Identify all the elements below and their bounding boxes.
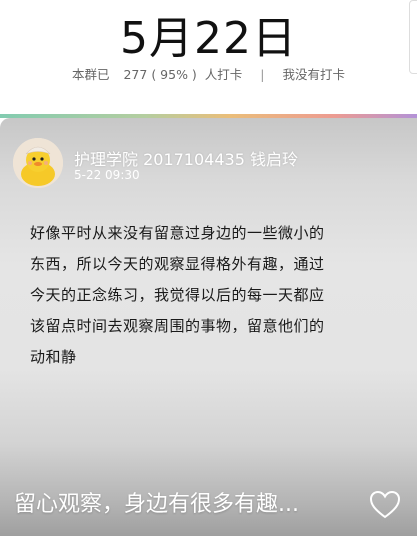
duck-avatar-icon bbox=[13, 138, 63, 188]
side-card-edge bbox=[409, 0, 417, 74]
checked-in-prefix: 本群已 bbox=[71, 67, 110, 82]
checkin-header: 5月22日 本群已 277 ( 95% ) 人打卡 | 我没有打卡 bbox=[0, 0, 417, 116]
post-time: 5-22 09:30 bbox=[74, 168, 140, 182]
my-checkin-status[interactable]: 我没有打卡 bbox=[283, 64, 346, 83]
checked-in-suffix: 人打卡 bbox=[204, 67, 243, 82]
post-body-line: 东西，所以今天的观察显得格外有趣，通过 bbox=[30, 255, 325, 273]
poster-name[interactable]: 护理学院 2017104435 钱启玲 bbox=[74, 146, 298, 170]
heart-outline-icon bbox=[369, 490, 401, 519]
like-button[interactable] bbox=[368, 488, 402, 522]
stats-separator: | bbox=[260, 67, 265, 82]
post-body-line: 该留点时间去观察周围的事物，留意他们的 bbox=[30, 317, 325, 335]
avatar[interactable] bbox=[13, 138, 63, 188]
post-body-line: 今天的正念练习，我觉得以后的每一天都应 bbox=[30, 286, 325, 304]
date-title: 5月22日 bbox=[120, 13, 297, 64]
post-caption: 留心观察，身边有很多有趣... bbox=[14, 492, 299, 517]
checkin-stats: 本群已 277 ( 95% ) 人打卡 | 我没有打卡 bbox=[0, 64, 417, 83]
checked-in-count: 277 ( 95% ) bbox=[123, 67, 197, 82]
post-body-line: 好像平时从来没有留意过身边的一些微小的 bbox=[30, 224, 325, 242]
post-body: 好像平时从来没有留意过身边的一些微小的 东西，所以今天的观察显得格外有趣，通过 … bbox=[30, 218, 390, 373]
post-card[interactable]: 护理学院 2017104435 钱启玲 5-22 09:30 好像平时从来没有留… bbox=[0, 118, 417, 536]
post-body-line: 动和静 bbox=[30, 348, 77, 366]
